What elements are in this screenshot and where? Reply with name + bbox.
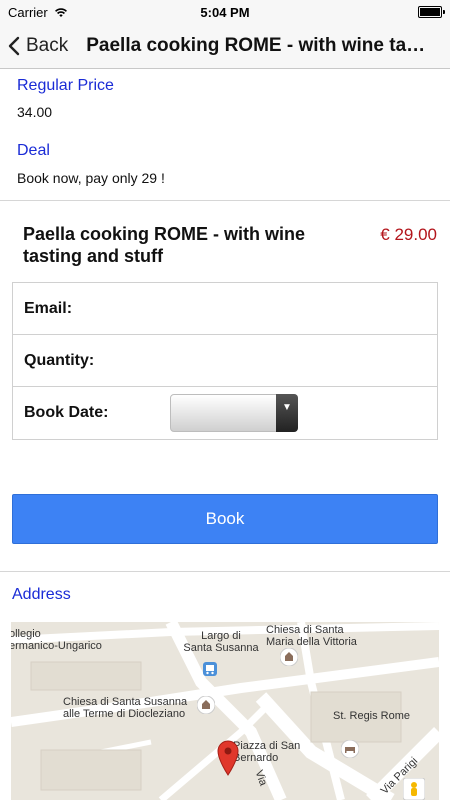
book-date-select[interactable]: ▼: [170, 394, 298, 432]
back-label: Back: [26, 35, 69, 56]
church-icon: [197, 696, 215, 714]
map-label-largo: Largo di Santa Susanna: [183, 630, 259, 654]
book-date-row: Book Date: ▼: [13, 387, 437, 439]
carrier-label: Carrier: [8, 4, 48, 20]
deal-value: Book now, pay only 29 !: [17, 170, 165, 186]
book-date-label: Book Date:: [24, 404, 109, 421]
status-right: [418, 6, 450, 18]
bus-stop-icon: [203, 662, 217, 676]
status-bar: Carrier 5:04 PM: [0, 0, 450, 24]
map-label-st-regis: St. Regis Rome: [333, 710, 411, 722]
email-label: Email:: [24, 299, 73, 317]
quantity-label: Quantity:: [24, 351, 95, 369]
deal-label: Deal: [17, 142, 50, 159]
navigation-bar: Back Paella cooking ROME - with wine tas…: [0, 24, 450, 69]
map-label-piazza: Piazza di San Bernardo: [233, 740, 301, 764]
status-left: Carrier: [0, 5, 68, 20]
street-view-icon[interactable]: [403, 778, 425, 800]
booking-price: € 29.00: [380, 225, 437, 244]
chevron-left-icon: [8, 36, 20, 56]
dropdown-arrow-icon: ▼: [276, 394, 298, 432]
regular-price-value: 34.00: [17, 104, 53, 120]
back-button[interactable]: Back: [0, 35, 68, 57]
church-icon: [280, 648, 298, 666]
booking-form: Email: Quantity: Book Date: ▼: [12, 282, 438, 440]
booking-title: Paella cooking ROME - with wine tasting …: [23, 224, 306, 266]
map-label-chiesa-maria: Chiesa di Santa Maria della Vittoria: [266, 624, 357, 648]
email-row[interactable]: Email:: [13, 283, 437, 335]
nav-title: Paella cooking ROME - with wine tasting …: [86, 35, 431, 56]
map-view[interactable]: ollegio ermanico-Ungarico Largo di Santa S…: [11, 622, 439, 800]
map-label-chiesa-susanna: Chiesa di Santa Susanna alle Terme di Dio…: [63, 696, 188, 720]
battery-icon: [418, 6, 445, 18]
booking-card: Paella cooking ROME - with wine tasting …: [0, 200, 450, 572]
hotel-icon: [341, 740, 359, 758]
regular-price-label: Regular Price: [17, 77, 114, 94]
map-marker-icon[interactable]: [217, 740, 239, 776]
address-label: Address: [12, 586, 71, 603]
wifi-icon: [54, 7, 67, 17]
map-label-collegio: ollegio ermanico-Ungarico: [11, 628, 102, 652]
quantity-row[interactable]: Quantity:: [13, 335, 437, 387]
book-button[interactable]: Book: [12, 494, 438, 544]
